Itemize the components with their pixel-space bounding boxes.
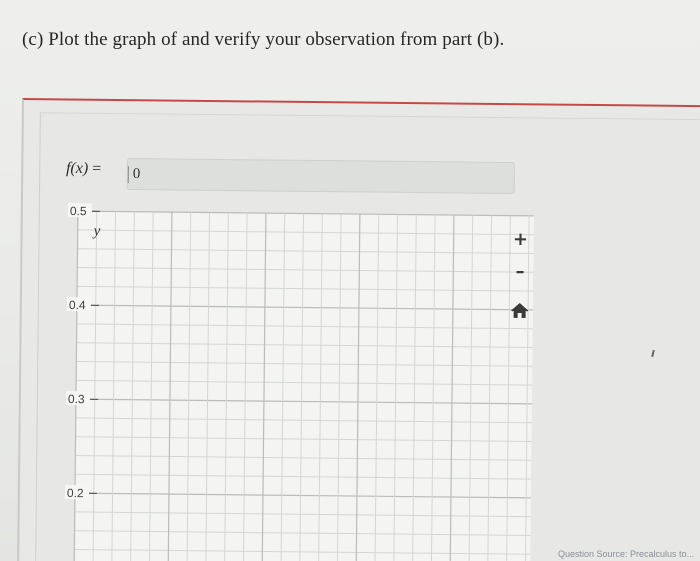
zoom-out-button[interactable]: – [508,261,532,285]
question-text: (c) Plot the graph of and verify your ob… [22,29,505,50]
function-name: f(x) [65,159,89,178]
home-icon [511,303,529,319]
graph-area[interactable]: 0.5 0.4 0.3 0.2 y [62,203,546,561]
screenshot-page: (c) Plot the graph of and verify your ob… [0,0,700,561]
graph-toolbar: + – [501,225,538,335]
question-source-footer: Question Source: Precalculus to... [558,549,695,559]
equals-sign: = [88,160,102,178]
graph-canvas[interactable]: 0.5 0.4 0.3 0.2 y [62,203,546,561]
y-tick-label: 0.5 [70,204,87,218]
y-axis-label: y [92,223,101,239]
y-tick-label: 0.2 [67,486,84,500]
function-label: f(x) = [66,160,101,178]
y-tick-label: 0.4 [69,298,86,312]
graph-background [74,211,534,561]
function-input-field[interactable]: 0 [126,158,515,195]
y-tick-label: 0.3 [68,392,85,406]
zoom-in-button[interactable]: + [508,229,532,253]
home-button[interactable] [508,303,532,327]
function-input-value[interactable]: 0 [127,166,141,184]
